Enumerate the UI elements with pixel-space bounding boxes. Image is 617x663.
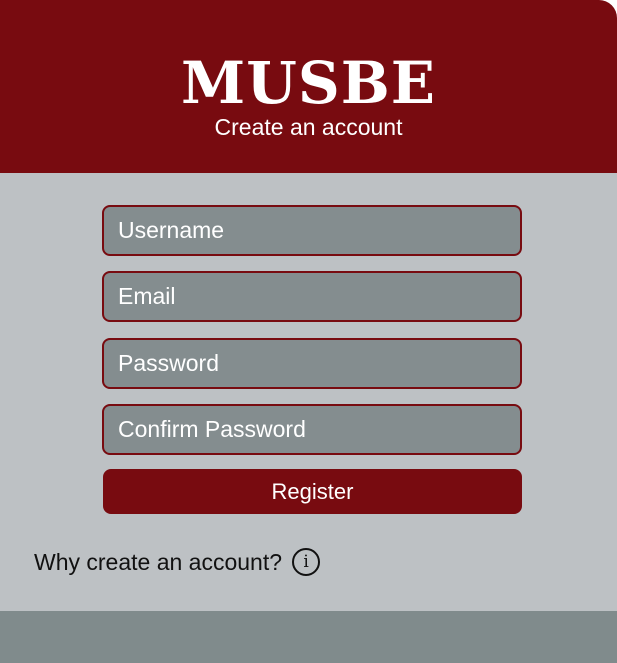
footer (0, 611, 617, 663)
password-input[interactable] (102, 338, 522, 389)
page-subtitle: Create an account (214, 114, 403, 140)
register-button[interactable]: Register (103, 469, 522, 514)
header: MUSBE Create an account (0, 0, 617, 173)
registration-panel: Register Why create an account? i (0, 173, 617, 611)
confirm-password-input[interactable] (102, 404, 522, 455)
account-help: Why create an account? i (34, 547, 321, 577)
why-create-account-text: Why create an account? (34, 549, 283, 575)
info-icon[interactable]: i (292, 548, 321, 576)
username-input[interactable] (102, 205, 522, 256)
brand-logo: MUSBE (181, 49, 436, 117)
register-screen: MUSBE Create an account Register Why cre… (0, 0, 617, 663)
email-input[interactable] (102, 271, 522, 322)
